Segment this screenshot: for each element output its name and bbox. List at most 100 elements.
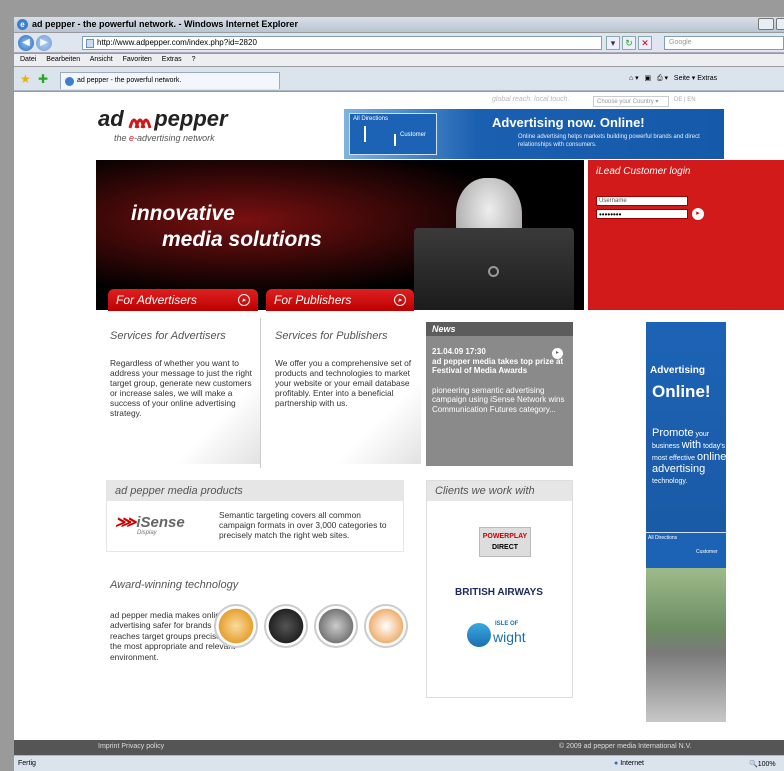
adpepper-logo[interactable]: ad pepper the e-advertising network	[98, 106, 228, 143]
menu-extras[interactable]: Extras	[162, 56, 182, 63]
news-headline[interactable]: ad pepper media takes top prize at Festi…	[432, 357, 567, 376]
services-publishers: Services for Publishers We offer you a c…	[275, 324, 421, 464]
tab-bar: ★ ✚ ad pepper - the powerful network. ⌂ …	[14, 67, 784, 91]
forward-icon[interactable]: ▶	[36, 35, 52, 51]
status-text: Fertig	[18, 760, 36, 767]
web-page: ad pepper the e-advertising network glob…	[14, 92, 784, 755]
isense-sub: Display	[137, 530, 157, 536]
maximize-button[interactable]	[776, 18, 784, 30]
page-icon	[86, 39, 94, 48]
sign-label: All Directions	[353, 116, 389, 122]
window-title: ad pepper - the powerful network. - Wind…	[32, 19, 298, 29]
for-publishers-button[interactable]: For Publishers ▸	[266, 289, 414, 311]
footer: Imprint Privacy policy © 2009 ad pepper …	[14, 740, 784, 755]
news-text: pioneering semantic advertising campaign…	[432, 385, 565, 414]
page-tools-label[interactable]: Seite ▾ Extras	[674, 75, 717, 82]
divider	[260, 318, 261, 468]
for-advertisers-button[interactable]: For Advertisers ▸	[108, 289, 258, 311]
status-bar: Fertig ● Internet 🔍100%	[14, 755, 784, 771]
arrow-icon: ▸	[394, 294, 406, 306]
news-box: News ▸ 21.04.09 17:30 ad pepper media ta…	[426, 322, 573, 466]
services-advertisers-text: Regardless of whether you want to addres…	[110, 358, 252, 418]
hero-image: innovative media solutions	[96, 160, 584, 310]
logo-ad: ad	[98, 106, 124, 131]
ie-tab-icon	[65, 77, 74, 86]
add-favorites-icon[interactable]: ✚	[38, 72, 48, 86]
clients-box: Clients we work with POWERPLAY DIRECT BRI…	[426, 480, 573, 698]
services-publishers-title[interactable]: Services for Publishers	[275, 330, 421, 342]
award-medal-icon	[264, 604, 308, 648]
zoom-icon: 🔍	[749, 761, 758, 768]
right-advertising-banner[interactable]: Advertising Online! Promote your busines…	[646, 322, 726, 722]
hero-line1: innovative	[131, 202, 235, 225]
services-advertisers: Services for Advertisers Regardless of w…	[110, 324, 260, 464]
news-arrow-icon[interactable]: ▸	[552, 348, 563, 359]
username-input[interactable]: Username	[596, 196, 688, 206]
road-sign: All Directions Customer	[646, 532, 726, 568]
menu-help[interactable]: ?	[192, 56, 196, 63]
country-select[interactable]: Choose your Country ▾	[593, 96, 669, 107]
right-ad-line1: Advertising	[650, 365, 706, 376]
isense-logo[interactable]: ⋙iSense	[115, 513, 185, 531]
menu-favoriten[interactable]: Favoriten	[123, 56, 152, 63]
back-icon[interactable]: ◀	[18, 35, 34, 51]
award-medal-icon	[214, 604, 258, 648]
road-photo	[646, 568, 726, 722]
zoom-level[interactable]: 🔍100%	[749, 760, 776, 768]
menu-ansicht[interactable]: Ansicht	[90, 56, 113, 63]
for-publishers-label: For Publishers	[274, 293, 352, 307]
menu-bearbeiten[interactable]: Bearbeiten	[46, 56, 80, 63]
print-icon[interactable]: ⎙	[657, 75, 663, 82]
home-icon[interactable]: ⌂	[629, 75, 633, 82]
login-go-button[interactable]: ▸	[692, 208, 704, 220]
browser-window: e ad pepper - the powerful network. - Wi…	[0, 0, 784, 771]
for-advertisers-label: For Advertisers	[116, 293, 197, 307]
language-switch[interactable]: DE | EN	[674, 97, 696, 103]
award-title: Award-winning technology	[110, 579, 239, 591]
news-date: 21.04.09 17:30	[432, 347, 486, 356]
services-advertisers-title[interactable]: Services for Advertisers	[110, 330, 260, 342]
login-panel: iLead Customer login Username •••••••• ▸	[588, 160, 784, 310]
right-ad-text: Promote your business with today's most …	[652, 427, 727, 486]
title-bar: e ad pepper - the powerful network. - Wi…	[14, 17, 784, 32]
stop-icon[interactable]: ✕	[638, 36, 652, 50]
refresh-icon[interactable]: ↻	[622, 36, 636, 50]
search-input[interactable]: Google	[664, 36, 784, 50]
footer-links[interactable]: Imprint Privacy policy	[98, 743, 164, 750]
products-title: ad pepper media products	[107, 481, 403, 501]
clients-title: Clients we work with	[427, 481, 572, 501]
footer-copyright: © 2009 ad pepper media International N.V…	[559, 743, 692, 750]
address-bar: ◀ ▶ http://www.adpepper.com/index.php?id…	[14, 33, 784, 53]
banner-headline: Advertising now. Online!	[492, 115, 645, 130]
products-box: ad pepper media products ⋙iSense Display…	[106, 480, 404, 552]
client-powerplay-logo[interactable]: POWERPLAY DIRECT	[479, 527, 531, 557]
road-sign: All Directions Customer	[349, 113, 437, 155]
news-title: News	[426, 322, 573, 336]
products-text: Semantic targeting covers all common cam…	[219, 510, 387, 540]
sign-customer-label: Customer	[400, 132, 427, 138]
url-input[interactable]: http://www.adpepper.com/index.php?id=282…	[82, 36, 602, 50]
feeds-icon[interactable]: ▣	[645, 75, 652, 82]
slogan-text: global reach. local touch.	[492, 96, 570, 103]
right-ad-line2: Online!	[652, 382, 711, 401]
tab-adpepper[interactable]: ad pepper - the powerful network.	[60, 72, 280, 89]
laptop-photo	[414, 228, 574, 310]
command-bar[interactable]: ⌂ ▾ ▣ ⎙ ▾ Seite ▾ Extras	[629, 74, 717, 83]
dropdown-icon[interactable]: ▾	[606, 36, 620, 50]
menu-datei[interactable]: Datei	[20, 56, 36, 63]
client-british-airways-logo[interactable]: BRITISH AIRWAYS	[455, 587, 543, 598]
award-medal-icon	[314, 604, 358, 648]
tab-label: ad pepper - the powerful network.	[77, 77, 182, 84]
logo-tagline: the e-advertising network	[114, 133, 215, 143]
advertising-banner[interactable]: All Directions Customer Advertising now.…	[344, 109, 724, 159]
hero-line2: media solutions	[162, 228, 322, 251]
logo-pepper: pepper	[154, 106, 228, 131]
minimize-button[interactable]	[758, 18, 774, 30]
password-input[interactable]: ••••••••	[596, 209, 688, 219]
favorites-star-icon[interactable]: ★	[20, 72, 31, 86]
banner-subtext: Online advertising helps markets buildin…	[518, 134, 700, 148]
globe-icon: ●	[614, 760, 619, 767]
internet-zone: ● Internet	[614, 760, 644, 767]
arrow-icon: ▸	[238, 294, 250, 306]
client-isle-of-wight-logo[interactable]: ISLE OF wight	[467, 621, 537, 649]
